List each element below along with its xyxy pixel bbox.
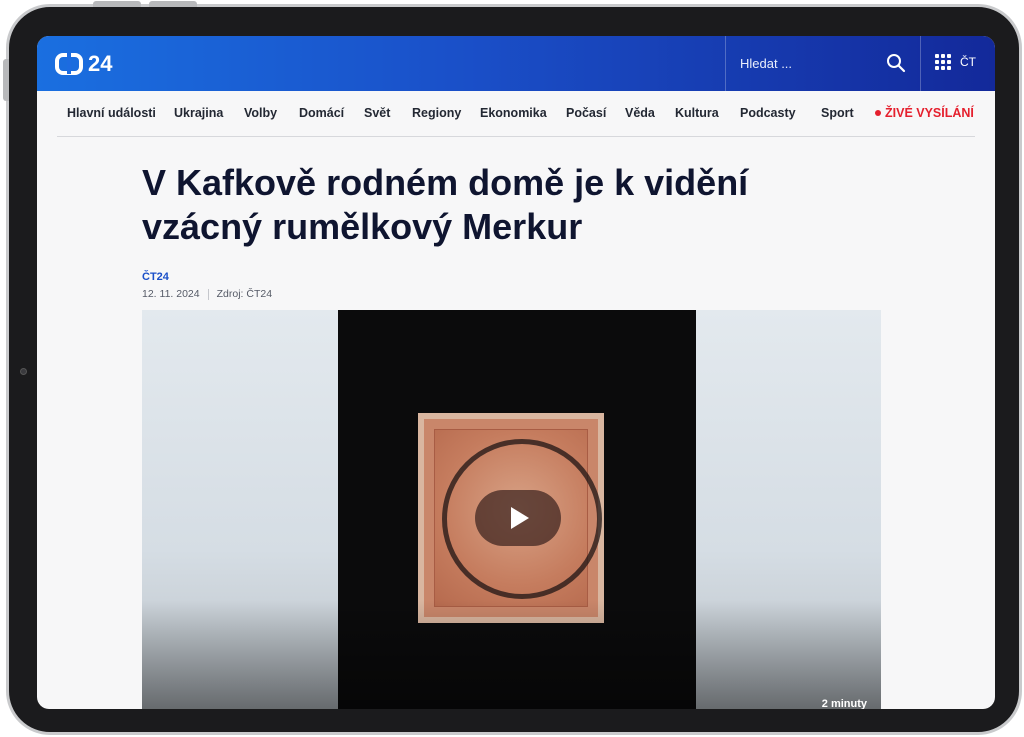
nav-item-sport[interactable]: Sport — [821, 106, 854, 120]
nav-item-domaci[interactable]: Domácí — [299, 106, 344, 120]
nav-item-live[interactable]: ŽIVÉ VYSÍLÁNÍ — [875, 106, 974, 120]
tablet-frame: 24 ČT Hlavní události Ukrajina — [3, 1, 1022, 735]
ct-logo-mark — [55, 52, 83, 75]
nav-item-svet[interactable]: Svět — [364, 106, 390, 120]
browser-screen: 24 ČT Hlavní události Ukrajina — [37, 36, 995, 709]
search-input[interactable] — [740, 53, 870, 73]
nav-item-hlavni-udalosti[interactable]: Hlavní události — [67, 106, 156, 120]
article-meta: 12. 11. 2024 Zdroj: ČT24 — [142, 288, 272, 300]
play-icon — [511, 507, 529, 529]
site-header: 24 ČT — [37, 36, 995, 91]
article-source: Zdroj: ČT24 — [216, 288, 273, 300]
article-date: 12. 11. 2024 — [142, 288, 200, 300]
apps-label: ČT — [960, 55, 976, 69]
search-area — [725, 36, 921, 91]
tablet-side-button — [3, 59, 9, 101]
nav-item-ekonomika[interactable]: Ekonomika — [480, 106, 547, 120]
nav-item-volby[interactable]: Volby — [244, 106, 277, 120]
tablet-top-button — [93, 1, 141, 7]
video-duration: 2 minuty — [821, 698, 867, 709]
apps-grid-icon — [935, 54, 951, 70]
author-link[interactable]: ČT24 — [142, 271, 169, 283]
live-label: ŽIVÉ VYSÍLÁNÍ — [885, 106, 974, 120]
front-camera — [20, 368, 27, 375]
play-button[interactable] — [475, 490, 561, 546]
logo-text: 24 — [88, 51, 113, 76]
nav-item-kultura[interactable]: Kultura — [675, 106, 719, 120]
nav-item-veda[interactable]: Věda — [625, 106, 655, 120]
search-icon[interactable] — [886, 53, 906, 73]
nav-item-pocasi[interactable]: Počasí — [566, 106, 606, 120]
live-dot-icon — [875, 110, 881, 116]
main-navigation: Hlavní události Ukrajina Volby Domácí Sv… — [57, 91, 975, 137]
meta-divider — [207, 288, 209, 300]
nav-item-regiony[interactable]: Regiony — [412, 106, 461, 120]
article-title: V Kafkově rodném domě je k vidění vzácný… — [142, 162, 749, 247]
tablet-top-button — [149, 1, 197, 7]
nav-item-podcasty[interactable]: Podcasty — [740, 106, 796, 120]
video-player[interactable]: 2 minuty — [142, 310, 881, 709]
nav-item-ukrajina[interactable]: Ukrajina — [174, 106, 223, 120]
ct24-logo[interactable]: 24 — [55, 51, 113, 76]
video-bottom-gradient — [142, 600, 881, 709]
ct-apps-menu[interactable]: ČT — [935, 54, 976, 70]
